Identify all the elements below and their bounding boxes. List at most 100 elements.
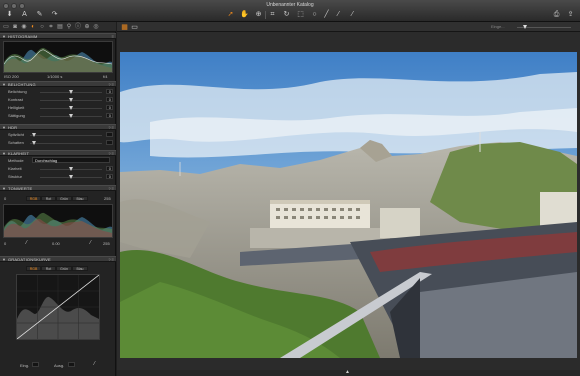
structure-value-field[interactable]: 0 (106, 174, 113, 179)
title-bar: Unbenannter Katalog ⬇ A ✎ ↷ ➚ ✋ ⊕ ⌗ ↻ ⬚ … (0, 0, 580, 22)
brush-icon[interactable]: ⁄ (334, 10, 343, 19)
expand-filmstrip-icon[interactable]: ▲ (343, 368, 352, 376)
keystone-icon[interactable]: ⬚ (296, 10, 305, 19)
white-eyedropper-icon[interactable]: ⁄ (86, 239, 95, 248)
section-options-icon[interactable]: ? ≡ (108, 125, 114, 130)
curve-editor[interactable] (16, 274, 100, 340)
picker-icon[interactable]: ╱ (322, 10, 331, 19)
details-icon[interactable]: ▤ (56, 23, 64, 31)
section-options-icon[interactable]: ? ≡ (108, 257, 114, 262)
channel-tab-rgb[interactable]: RGB (26, 196, 41, 201)
brightness-label: Helligkeit (8, 105, 25, 110)
shadow-value-field[interactable] (106, 140, 113, 145)
aperture-readout: f/4 (103, 74, 108, 79)
curve-output-field[interactable] (68, 362, 75, 367)
section-title: GRADATIONSKURVE (8, 257, 51, 262)
highlight-slider[interactable] (30, 133, 102, 137)
curve-tab-green[interactable]: Grün (56, 266, 72, 271)
zoom-icon[interactable]: ⊕ (254, 10, 263, 19)
hdr-section-header[interactable]: ▼ HDR ? ≡ (0, 124, 116, 130)
exposure-label: Belichtung (8, 89, 27, 94)
curve-output-label: Ausg. (54, 363, 65, 368)
section-options-icon[interactable]: ? ≡ (108, 186, 114, 191)
section-options-icon[interactable]: ? ≡ (108, 151, 114, 156)
levels-right-value: 255 (104, 196, 111, 201)
curve-section-header[interactable]: ▼ GRADATIONSKURVE ? ≡ (0, 256, 116, 262)
spot-icon[interactable]: ○ (310, 10, 319, 19)
exposure-slider[interactable] (40, 90, 102, 94)
saturation-label: Sättigung (8, 113, 25, 118)
tool-panel: ▭ ◙ ◉ ◐ ○ ⌗ ▤ ⚲ ⓘ ⊕ ◎ ▼ HISTOGRAMM ≡ ISO… (0, 22, 116, 376)
crop-icon[interactable]: ⌗ (268, 10, 277, 19)
levels-midpoint[interactable]: 0.00 (52, 241, 60, 246)
curve-graph (16, 274, 100, 340)
curve-tab-rgb[interactable]: RGB (26, 266, 41, 271)
grid-view-icon[interactable]: ▦ (120, 23, 129, 32)
clarity-value-field[interactable]: 0 (106, 166, 113, 171)
batch-icon[interactable]: ◎ (92, 23, 100, 31)
select-cursor-icon[interactable]: ➚ (226, 10, 235, 19)
library-icon[interactable]: ▭ (2, 23, 10, 31)
main-photo[interactable] (120, 52, 577, 358)
curve-channel-tabs: RGB Rot Grün Blau (26, 266, 88, 271)
text-tool-icon[interactable]: A (20, 10, 29, 19)
pan-icon[interactable]: ✋ (240, 10, 249, 19)
collapse-triangle-icon: ▼ (2, 34, 6, 39)
channel-tab-red[interactable]: Rot (41, 196, 56, 201)
curve-input-field[interactable] (32, 362, 39, 367)
section-options-icon[interactable]: ? ≡ (108, 82, 114, 87)
application-window: Unbenannter Katalog ⬇ A ✎ ↷ ➚ ✋ ⊕ ⌗ ↻ ⬚ … (0, 0, 580, 376)
black-eyedropper-icon[interactable]: ⁄ (22, 239, 31, 248)
section-title: KLARHEIT (8, 151, 30, 156)
pen-icon[interactable]: ✎ (35, 10, 44, 19)
single-view-icon[interactable]: ▭ (130, 23, 139, 32)
structure-label: Struktur (8, 174, 23, 179)
curve-tab-red[interactable]: Rot (41, 266, 56, 271)
rotate-icon[interactable]: ↻ (282, 10, 291, 19)
levels-channel-tabs: RGB Rot Grün Blau (26, 196, 88, 201)
contrast-value-field[interactable]: 0 (106, 97, 113, 102)
iso-readout: ISO 200 (4, 74, 19, 79)
exposure-icon[interactable]: ◐ (29, 23, 37, 31)
levels-histogram[interactable] (3, 204, 113, 238)
metadata-icon[interactable]: ⓘ (74, 23, 82, 31)
print-icon[interactable]: ⎙ (552, 10, 561, 19)
output-icon[interactable]: ⊕ (83, 23, 91, 31)
section-options-icon[interactable]: ≡ (112, 34, 114, 39)
window-title: Unbenannter Katalog (266, 2, 314, 8)
clarity-section-header[interactable]: ▼ KLARHEIT ? ≡ (0, 150, 116, 156)
brightness-slider[interactable] (40, 106, 102, 110)
shadow-slider[interactable] (30, 141, 102, 145)
lens-icon[interactable]: ○ (38, 23, 46, 31)
curve-tab-blue[interactable]: Blau (72, 266, 88, 271)
highlight-value-field[interactable] (106, 132, 113, 137)
saturation-value-field[interactable]: 0 (106, 113, 113, 118)
section-title: TONWERTE (8, 186, 33, 191)
levels-white-point[interactable]: 255 (103, 241, 110, 246)
brightness-value-field[interactable]: 0 (106, 105, 113, 110)
exposure-section-header[interactable]: ▼ BELICHTUNG ? ≡ (0, 81, 116, 87)
curve-picker-icon[interactable]: ⁄ (90, 360, 99, 369)
redo-icon[interactable]: ↷ (50, 10, 59, 19)
clarity-label: Klarheit (8, 166, 22, 171)
color-icon[interactable]: ◉ (20, 23, 28, 31)
capture-icon[interactable]: ◙ (11, 23, 19, 31)
channel-tab-green[interactable]: Grün (56, 196, 72, 201)
share-icon[interactable]: ⇪ (566, 10, 575, 19)
import-icon[interactable]: ⬇ (5, 10, 14, 19)
channel-tab-blue[interactable]: Blau (72, 196, 88, 201)
eyedropper-icon[interactable]: ⁄ (348, 10, 357, 19)
local-icon[interactable]: ⚲ (65, 23, 73, 31)
exposure-value-field[interactable]: 0 (106, 89, 113, 94)
crop-tab-icon[interactable]: ⌗ (47, 23, 55, 31)
levels-black-point[interactable]: 0 (4, 241, 6, 246)
contrast-slider[interactable] (40, 98, 102, 102)
curve-input-label: Eing. (20, 363, 30, 368)
structure-slider[interactable] (40, 175, 102, 179)
method-dropdown[interactable]: Durchschlag (32, 157, 110, 163)
clarity-slider[interactable] (40, 167, 102, 171)
histogram-section-header[interactable]: ▼ HISTOGRAMM ≡ (0, 33, 116, 39)
saturation-slider[interactable] (40, 114, 102, 118)
zoom-slider[interactable] (517, 25, 571, 29)
levels-section-header[interactable]: ▼ TONWERTE ? ≡ (0, 185, 116, 191)
